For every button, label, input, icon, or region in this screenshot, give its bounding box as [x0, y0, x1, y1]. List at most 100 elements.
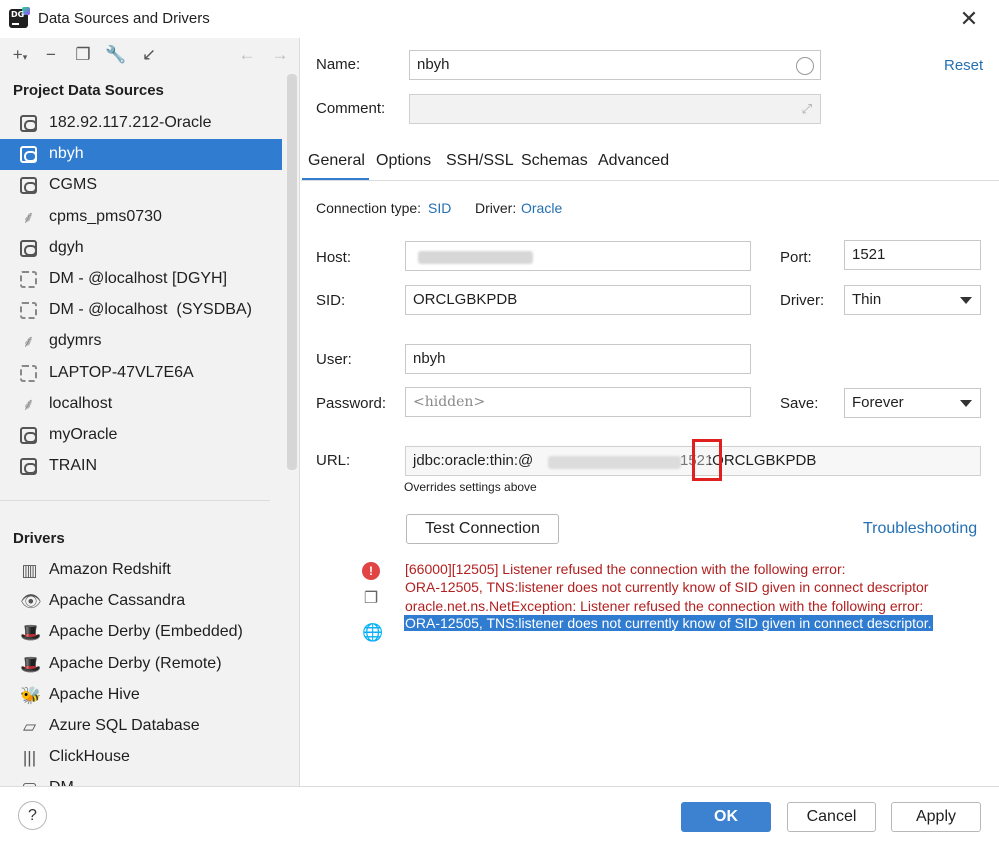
driver-label: DM: [49, 779, 74, 786]
reset-link[interactable]: Reset: [944, 57, 983, 74]
name-label: Name:: [316, 56, 361, 73]
globe-icon[interactable]: 🌐: [362, 624, 383, 642]
url-hint: Overrides settings above: [404, 480, 537, 494]
left-scrollbar[interactable]: [287, 74, 297, 470]
name-field[interactable]: nbyh: [409, 50, 821, 80]
driver-item[interactable]: 👁 Apache Cassandra: [0, 586, 282, 617]
data-source-item[interactable]: myOracle: [0, 420, 282, 451]
drivers-header: Drivers: [13, 530, 65, 547]
add-icon[interactable]: +▾: [9, 44, 31, 66]
driver-item[interactable]: ▥ Amazon Redshift: [0, 555, 282, 586]
url-host-redacted: [548, 456, 681, 469]
driver-item[interactable]: 🐝 Apache Hive: [0, 680, 282, 711]
expand-icon[interactable]: ⤢: [802, 101, 812, 117]
data-source-label: TRAIN: [49, 457, 97, 475]
data-source-label: DM - @localhost (SYSDBA): [49, 301, 252, 319]
error-line-1: [66000][12505] Listener refused the conn…: [405, 561, 846, 577]
tab-advanced[interactable]: Advanced: [598, 152, 669, 170]
derby-icon: 🎩: [20, 623, 42, 643]
user-field[interactable]: nbyh: [405, 344, 751, 374]
test-connection-button[interactable]: Test Connection: [406, 514, 559, 544]
derby-icon: 🎩: [20, 654, 42, 674]
data-source-item[interactable]: CGMS: [0, 170, 282, 201]
host-field[interactable]: [405, 241, 751, 271]
data-source-label: cpms_pms0730: [49, 207, 162, 225]
password-label: Password:: [316, 395, 387, 412]
driver-label: Driver:: [780, 292, 825, 309]
forward-arrow-icon[interactable]: →: [269, 44, 291, 66]
data-source-item[interactable]: nbyh: [0, 139, 282, 171]
host-label: Host:: [316, 249, 352, 266]
duplicate-icon[interactable]: ❐: [72, 44, 94, 66]
help-button[interactable]: ?: [18, 801, 47, 830]
data-source-label: 182.92.117.212-Oracle: [49, 114, 212, 131]
data-source-item[interactable]: ⸙ localhost: [0, 389, 282, 420]
project-data-sources-header: Project Data Sources: [13, 82, 164, 99]
connection-type-link[interactable]: SID: [428, 200, 451, 216]
data-source-label: gdymrs: [49, 332, 102, 350]
ok-button[interactable]: OK: [681, 802, 771, 832]
close-icon[interactable]: ✕: [956, 6, 982, 32]
error-line-2: ORA-12505, TNS:listener does not current…: [405, 579, 929, 595]
oracle-icon: [20, 427, 37, 444]
driver-item[interactable]: 🎩 Apache Derby (Remote): [0, 649, 282, 680]
driver-top-label: Driver:: [475, 200, 517, 216]
remove-icon[interactable]: −: [40, 44, 62, 66]
driver-item[interactable]: ||| ClickHouse: [0, 742, 282, 773]
data-source-item[interactable]: dgyh: [0, 233, 282, 264]
sid-label: SID:: [316, 292, 346, 309]
comment-label: Comment:: [316, 100, 386, 117]
dm-icon: ▢: [20, 779, 39, 786]
driver-item[interactable]: ▢ DM: [0, 773, 282, 786]
data-source-item[interactable]: TRAIN: [0, 451, 282, 482]
data-source-item[interactable]: DM - @localhost (SYSDBA): [0, 295, 282, 326]
port-field[interactable]: 1521: [844, 240, 981, 270]
driver-label: Apache Cassandra: [49, 592, 186, 610]
oracle-icon: [20, 458, 37, 476]
error-line-4-selected: ORA-12505, TNS:listener does not current…: [404, 615, 933, 631]
tab-general[interactable]: General: [308, 152, 365, 170]
driver-label: Azure SQL Database: [49, 717, 200, 734]
driver-label: Apache Hive: [49, 685, 140, 703]
wrench-icon[interactable]: 🔧: [105, 44, 127, 66]
url-prefix: jdbc:oracle:thin:@: [413, 452, 534, 469]
driver-label: Apache Derby (Embedded): [49, 623, 243, 641]
copy-icon[interactable]: ❐: [362, 590, 380, 608]
driver-label: Amazon Redshift: [49, 561, 171, 578]
data-source-item[interactable]: ⸙ cpms_pms0730: [0, 202, 282, 233]
cassandra-icon: 👁: [20, 592, 42, 612]
back-arrow-icon[interactable]: ←: [236, 44, 258, 66]
data-source-label: nbyh: [49, 145, 84, 163]
driver-select[interactable]: Thin: [844, 285, 981, 315]
troubleshooting-link[interactable]: Troubleshooting: [863, 520, 977, 538]
data-source-item[interactable]: LAPTOP-47VL7E6A: [0, 358, 282, 389]
import-icon[interactable]: ↙: [138, 44, 160, 66]
data-source-item[interactable]: ⸙ gdymrs: [0, 326, 282, 357]
color-circle-icon[interactable]: [796, 57, 814, 75]
tab-schemas[interactable]: Schemas: [521, 152, 588, 170]
apply-button[interactable]: Apply: [891, 802, 981, 832]
driver-item[interactable]: ▱ Azure SQL Database: [0, 711, 282, 742]
datagrip-app-icon: DG: [9, 7, 30, 28]
driver-top-link[interactable]: Oracle: [521, 200, 562, 216]
sid-field[interactable]: ORCLGBKPDB: [405, 285, 751, 315]
tab-sshssl[interactable]: SSH/SSL: [446, 152, 514, 170]
chevron-down-icon: [960, 400, 972, 407]
driver-item[interactable]: 🎩 Apache Derby (Embedded): [0, 617, 282, 648]
data-source-item[interactable]: DM - @localhost [DGYH]: [0, 264, 282, 295]
save-label: Save:: [780, 395, 819, 412]
url-label: URL:: [316, 452, 351, 469]
save-select[interactable]: Forever: [844, 388, 981, 418]
comment-field[interactable]: ⤢: [409, 94, 821, 124]
data-source-label: CGMS: [49, 176, 97, 194]
error-line-3: oracle.net.ns.NetException: Listener ref…: [405, 598, 924, 614]
dm-icon: [20, 364, 37, 382]
password-field[interactable]: <hidden>: [405, 387, 751, 417]
user-value: nbyh: [413, 350, 446, 367]
data-source-item[interactable]: 182.92.117.212-Oracle: [0, 108, 282, 139]
cancel-button[interactable]: Cancel: [787, 802, 876, 832]
redshift-icon: ▥: [21, 561, 38, 580]
footer-divider: [0, 786, 999, 787]
tab-options[interactable]: Options: [376, 152, 431, 170]
tabs-divider: [301, 180, 999, 181]
